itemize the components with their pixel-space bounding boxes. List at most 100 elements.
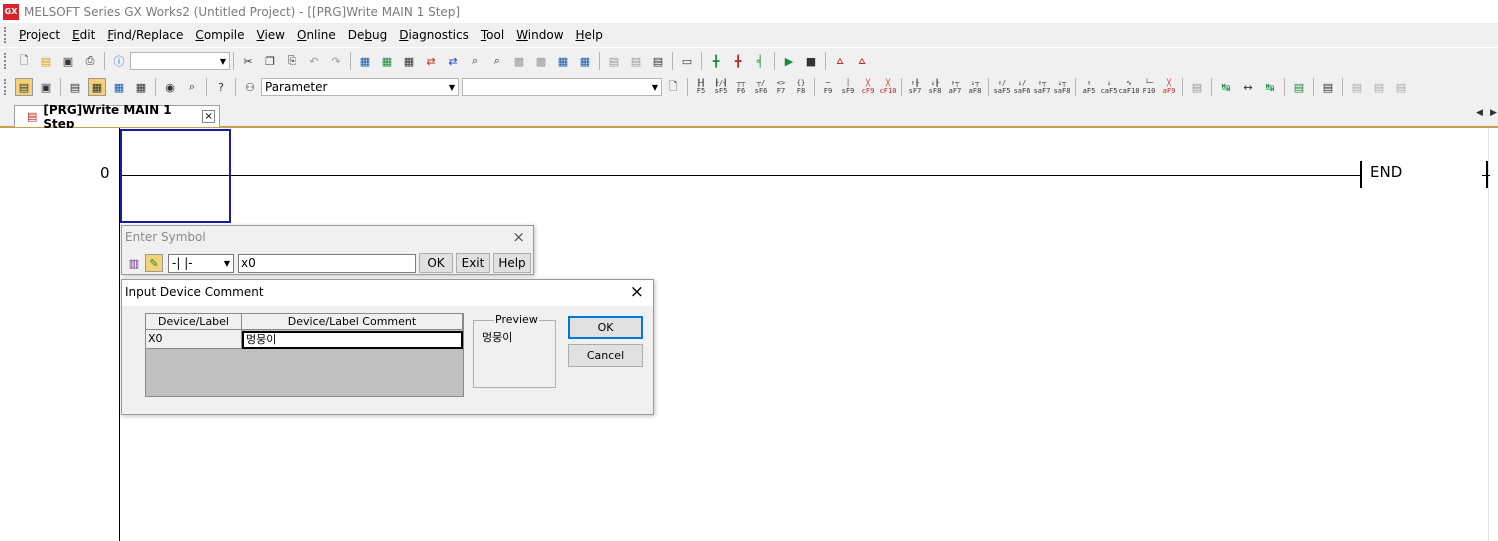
monitor-stop-icon[interactable]: ⌕ (488, 52, 506, 70)
open-branch-icon[interactable]: ┬┬ F6 (733, 78, 749, 96)
enter-symbol-exit-button[interactable]: Exit (456, 253, 490, 273)
trace-stop-icon[interactable]: ⩟ (853, 52, 871, 70)
comment-edit-icon[interactable]: ▤ (1290, 78, 1308, 96)
menu-find-replace[interactable]: Find/Replace (101, 28, 189, 42)
new-file-icon[interactable]: 🗋 (15, 52, 33, 70)
navigation-icon[interactable]: ▤ (15, 78, 33, 96)
invert-operation-icon[interactable]: ∿ caF10 (1118, 78, 1139, 96)
closed-contact-icon[interactable]: ┠/┨ sF5 (713, 78, 729, 96)
view-mode-icon[interactable]: ◉ (161, 78, 179, 96)
menu-grip-icon[interactable] (4, 27, 7, 43)
copy-icon[interactable]: ❐ (261, 52, 279, 70)
comment-edit-input[interactable]: 멍뭉이 (242, 331, 463, 349)
question-icon[interactable]: ? (212, 78, 230, 96)
simulation-stop-icon[interactable]: ■ (802, 52, 820, 70)
watch-stop-icon[interactable]: ▩ (532, 52, 550, 70)
open-folder-icon[interactable]: ▤ (37, 52, 55, 70)
closed-branch-icon[interactable]: ┬/sF6 (753, 78, 769, 96)
save-icon[interactable]: ▣ (59, 52, 77, 70)
rising-pulse-branch-icon[interactable]: ↑┬ aF7 (947, 78, 963, 96)
toolbar-grip-icon[interactable] (4, 53, 7, 69)
menu-help[interactable]: Help (570, 28, 609, 42)
menu-window[interactable]: Window (510, 28, 569, 42)
tab-prg-write-main[interactable]: ▤ [PRG]Write MAIN 1 Step × (14, 103, 220, 131)
statement-edit-icon[interactable]: ↔ (1239, 78, 1257, 96)
paste-icon[interactable]: ⎘ (283, 52, 301, 70)
menu-edit[interactable]: Edit (66, 28, 101, 42)
sampling-trace-icon[interactable]: ⩟ (831, 52, 849, 70)
statement-icon[interactable]: ▤ (627, 52, 645, 70)
device-verify-icon[interactable]: ▦ (400, 52, 418, 70)
device-comment-icon[interactable]: ↹ (1217, 78, 1235, 96)
enter-symbol-close-icon[interactable]: × (512, 228, 525, 246)
comment-dialog-close-icon[interactable]: × (630, 282, 644, 302)
redo-icon[interactable]: ↷ (327, 52, 345, 70)
ladder-insert-row-icon[interactable]: ╋ (707, 52, 725, 70)
menu-diagnostics[interactable]: Diagnostics (393, 28, 475, 42)
device-input[interactable]: x0 (238, 253, 416, 273)
watch-icon[interactable]: ▩ (510, 52, 528, 70)
write-plc-icon[interactable]: ⇄ (444, 52, 462, 70)
disabled-tool-1-icon[interactable]: ▤ (1348, 78, 1366, 96)
cut-icon[interactable]: ✂ (239, 52, 257, 70)
toolbar2-grip-icon[interactable] (4, 79, 7, 95)
print-icon[interactable]: ⎙ (81, 52, 99, 70)
device-test-icon[interactable]: ▦ (576, 52, 594, 70)
project-combo[interactable]: ▼ (130, 52, 230, 70)
falling-pulse-close-icon[interactable]: ↓/saF6 (1014, 78, 1031, 96)
menu-debug[interactable]: Debug (342, 28, 393, 42)
display-icon[interactable]: ▭ (678, 52, 696, 70)
rising-pulse-icon[interactable]: ↑┠ sF7 (907, 78, 923, 96)
cell-device[interactable]: X0 (146, 330, 242, 349)
read-plc-icon[interactable]: ⇄ (422, 52, 440, 70)
second-combo[interactable]: ▼ (462, 78, 662, 96)
falling-pulse-icon[interactable]: ↓┠ sF8 (927, 78, 943, 96)
delete-horizontal-line-icon[interactable]: ╳ cF9 (860, 78, 876, 96)
disabled-tool-2-icon[interactable]: ▤ (1370, 78, 1388, 96)
cross-reference-icon[interactable]: ▦ (132, 78, 150, 96)
application-instruction-icon[interactable]: {} F8 (793, 78, 809, 96)
tab-scroll-left-icon[interactable]: ◀ (1476, 108, 1483, 118)
comment-icon[interactable]: ▤ (605, 52, 623, 70)
simulation-start-icon[interactable]: ▶ (780, 52, 798, 70)
output-window-icon[interactable]: ▤ (66, 78, 84, 96)
rising-pulse-close-branch-icon[interactable]: ↑┬ saF7 (1034, 78, 1051, 96)
device-write-icon[interactable]: ▦ (378, 52, 396, 70)
operation-falling-icon[interactable]: ↓ caF5 (1101, 78, 1118, 96)
undo-icon[interactable]: ↶ (305, 52, 323, 70)
comment-cancel-button[interactable]: Cancel (568, 344, 643, 367)
enter-symbol-help-button[interactable]: Help (493, 253, 531, 273)
document-icon[interactable]: 🗋 (664, 78, 682, 96)
menu-compile[interactable]: Compile (189, 28, 250, 42)
note-icon[interactable]: ▤ (649, 52, 667, 70)
tab-scroll-right-icon[interactable]: ▶ (1490, 108, 1497, 118)
vertical-line-icon[interactable]: │ sF9 (840, 78, 856, 96)
device-batch-icon[interactable]: ▦ (554, 52, 572, 70)
delete-vertical-line-icon[interactable]: ╳ cF10 (880, 78, 897, 96)
monitor-icon[interactable]: ⌕ (466, 52, 484, 70)
tab-close-icon[interactable]: × (202, 110, 215, 123)
line-input-icon[interactable]: └─ F10 (1141, 78, 1157, 96)
help-icon[interactable]: ⓘ (110, 52, 128, 70)
menu-project[interactable]: Project (13, 28, 66, 42)
comment-ok-button[interactable]: OK (568, 316, 643, 339)
falling-pulse-branch-icon[interactable]: ↓┬ aF8 (967, 78, 983, 96)
coil-icon[interactable]: <> F7 (773, 78, 789, 96)
open-contact-icon[interactable]: ┠┨ F5 (693, 78, 709, 96)
device-memory-icon[interactable]: ▦ (88, 78, 106, 96)
element-selection-icon[interactable]: ▣ (37, 78, 55, 96)
menu-online[interactable]: Online (291, 28, 342, 42)
menu-view[interactable]: View (251, 28, 291, 42)
rising-pulse-close-icon[interactable]: ↑/saF5 (994, 78, 1011, 96)
disabled-tool-3-icon[interactable]: ▤ (1392, 78, 1410, 96)
device-read-icon[interactable]: ▦ (356, 52, 374, 70)
operation-rising-icon[interactable]: ↑ aF5 (1081, 78, 1097, 96)
comment-toggle-icon[interactable]: ✎ (145, 254, 163, 272)
ladder-convert-icon[interactable]: ╡ (751, 52, 769, 70)
sfc-icon[interactable]: ▤ (1188, 78, 1206, 96)
line-delete-icon[interactable]: ╳ aF9 (1161, 78, 1177, 96)
falling-pulse-close-branch-icon[interactable]: ↓┬ saF8 (1054, 78, 1071, 96)
device-list-icon[interactable]: ▦ (110, 78, 128, 96)
menu-tool[interactable]: Tool (475, 28, 510, 42)
instruction-list-icon[interactable]: ▥ (125, 254, 143, 272)
